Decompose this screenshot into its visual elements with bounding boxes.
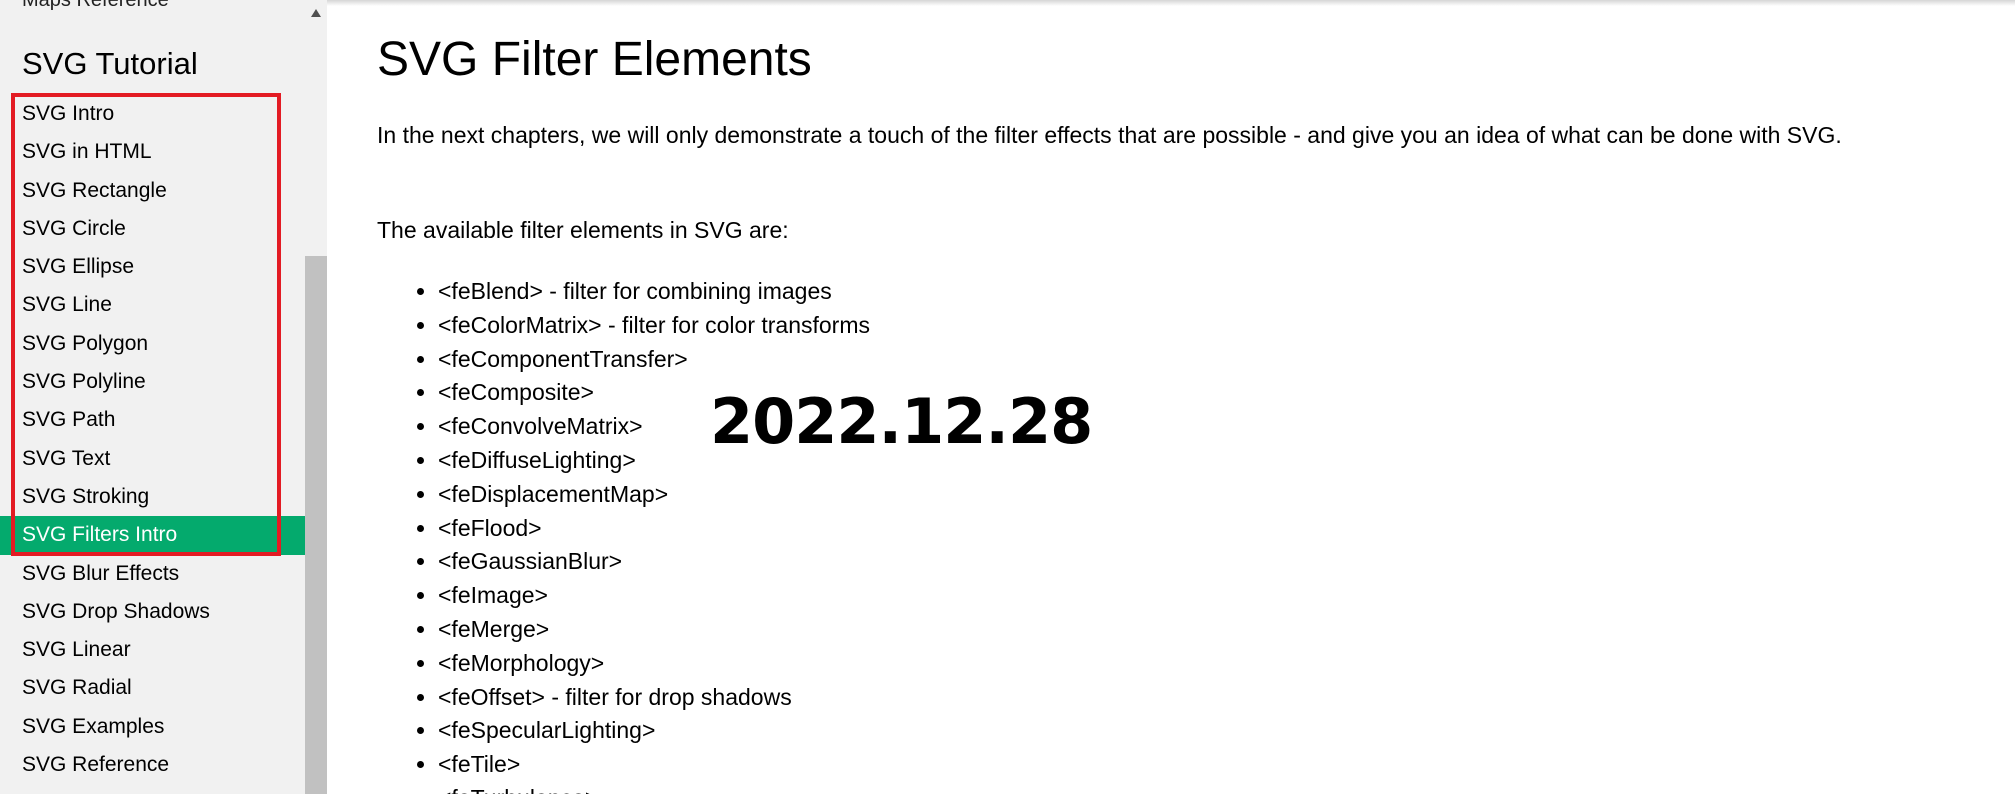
sidebar-item-svg-line[interactable]: SVG Line bbox=[0, 286, 305, 324]
list-item: <feGaussianBlur> bbox=[438, 545, 870, 579]
sidebar-item-svg-intro[interactable]: SVG Intro bbox=[0, 95, 305, 133]
sidebar-nav-list: SVG Intro SVG in HTML SVG Rectangle SVG Cir… bbox=[0, 95, 305, 784]
list-item: <feSpecularLighting> bbox=[438, 714, 870, 748]
sidebar-item-svg-filters-intro[interactable]: SVG Filters Intro bbox=[0, 516, 305, 555]
sidebar-item-svg-linear[interactable]: SVG Linear bbox=[0, 631, 305, 669]
sidebar-scrollbar[interactable] bbox=[305, 0, 327, 794]
sidebar-item-svg-polygon[interactable]: SVG Polygon bbox=[0, 325, 305, 363]
main-content: SVG Filter Elements In the next chapters… bbox=[377, 0, 1997, 794]
list-item: <feImage> bbox=[438, 579, 870, 613]
sidebar-item-svg-in-html[interactable]: SVG in HTML bbox=[0, 133, 305, 171]
scroll-up-button[interactable] bbox=[305, 0, 327, 26]
sidebar-item-svg-radial[interactable]: SVG Radial bbox=[0, 669, 305, 707]
sidebar-item-svg-drop-shadows[interactable]: SVG Drop Shadows bbox=[0, 593, 305, 631]
sidebar-item-maps-reference[interactable]: Maps Reference bbox=[22, 0, 169, 12]
scroll-thumb[interactable] bbox=[305, 256, 327, 794]
filter-elements-list: <feBlend> - filter for combining images<… bbox=[438, 275, 870, 794]
list-item: <feColorMatrix> - filter for color trans… bbox=[438, 309, 870, 343]
sidebar-item-svg-polyline[interactable]: SVG Polyline bbox=[0, 363, 305, 401]
sidebar-item-svg-stroking[interactable]: SVG Stroking bbox=[0, 478, 305, 516]
sidebar-heading: SVG Tutorial bbox=[22, 46, 198, 81]
sidebar-item-svg-examples[interactable]: SVG Examples bbox=[0, 708, 305, 746]
list-item: <feOffset> - filter for drop shadows bbox=[438, 681, 870, 715]
list-item: <feBlend> - filter for combining images bbox=[438, 275, 870, 309]
list-item: <feFlood> bbox=[438, 512, 870, 546]
sidebar-item-svg-reference[interactable]: SVG Reference bbox=[0, 746, 305, 784]
page-title: SVG Filter Elements bbox=[377, 33, 812, 86]
intro-paragraph: In the next chapters, we will only demon… bbox=[377, 122, 1842, 148]
list-item: <feComponentTransfer> bbox=[438, 343, 870, 377]
list-item: <feTile> bbox=[438, 748, 870, 782]
sidebar-item-svg-path[interactable]: SVG Path bbox=[0, 401, 305, 439]
sidebar-item-svg-text[interactable]: SVG Text bbox=[0, 440, 305, 478]
sidebar-item-svg-rectangle[interactable]: SVG Rectangle bbox=[0, 172, 305, 210]
list-item: <feDisplacementMap> bbox=[438, 478, 870, 512]
list-item: <feTurbulence> bbox=[438, 782, 870, 794]
scroll-up-arrow-icon bbox=[311, 9, 321, 17]
list-intro-paragraph: The available filter elements in SVG are… bbox=[377, 217, 789, 243]
sidebar-item-svg-ellipse[interactable]: SVG Ellipse bbox=[0, 248, 305, 286]
list-item: <feMorphology> bbox=[438, 647, 870, 681]
sidebar-item-svg-blur-effects[interactable]: SVG Blur Effects bbox=[0, 555, 305, 593]
sidebar: Maps Reference SVG Tutorial SVG Intro SVG… bbox=[0, 0, 305, 794]
date-overlay: 2022.12.28 bbox=[710, 385, 1093, 458]
sidebar-item-svg-circle[interactable]: SVG Circle bbox=[0, 210, 305, 248]
list-item: <feMerge> bbox=[438, 613, 870, 647]
